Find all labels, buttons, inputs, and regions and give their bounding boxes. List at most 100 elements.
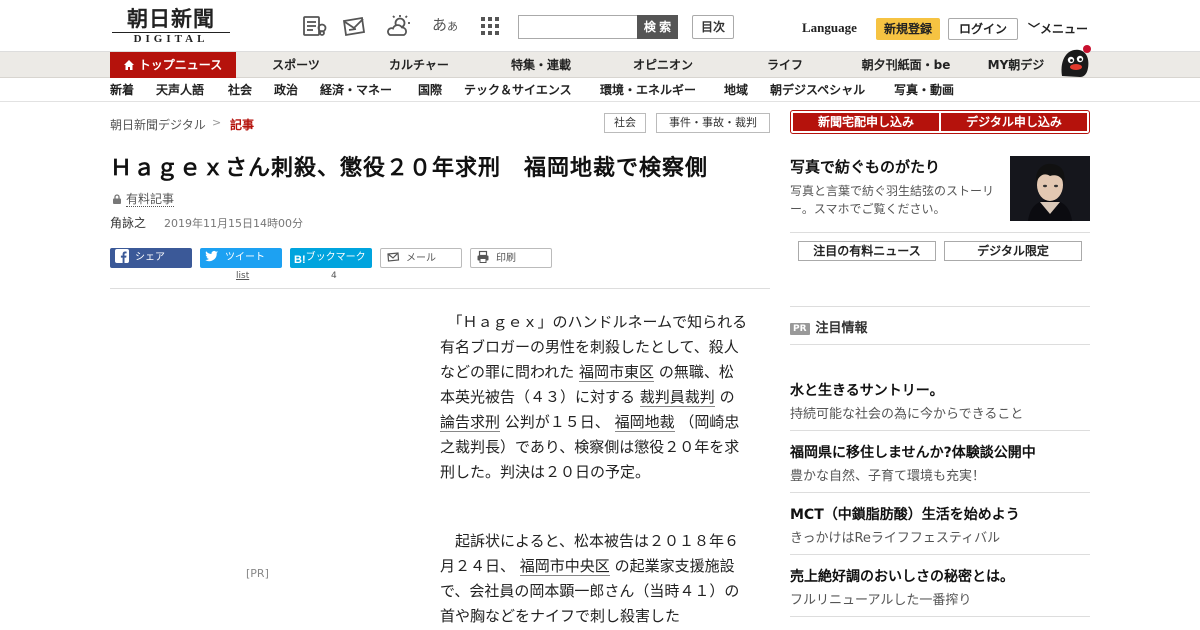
keyword-link-chuo-ku[interactable]: 福岡市中央区	[519, 557, 610, 576]
subnav-item-regional[interactable]: 地域	[724, 78, 748, 102]
print-button[interactable]: 印刷	[470, 248, 552, 268]
subscribe-digital-button[interactable]: デジタル申し込み	[941, 113, 1087, 131]
printer-icon	[477, 250, 489, 263]
site-header: 朝日新聞 DIGITAL ああ 検 索 目次 Language 新規登録 ログイ…	[0, 0, 1200, 52]
ad-description: 豊かな自然、子育て環境も充実！	[790, 469, 986, 484]
mail-magazine-icon[interactable]	[342, 14, 368, 38]
nav-item-opinion[interactable]: オピニオン	[612, 52, 714, 78]
ad-title[interactable]: 売上絶好調のおいしさの秘密とは。	[790, 566, 1014, 586]
feature-thumbnail[interactable]	[1010, 156, 1090, 221]
ad-title[interactable]: MCT（中鎖脂肪酸）生活を始めよう	[790, 504, 1020, 524]
subscribe-box: 新聞宅配申し込み デジタル申し込み	[790, 110, 1090, 134]
article-paragraph-2: 起訴状によると、松本被告は２０１８年６月２４日、 福岡市中央区 の起業家支援施設…	[440, 529, 748, 629]
divider	[790, 232, 1090, 233]
subnav-item-special[interactable]: 朝デジスペシャル	[770, 78, 865, 102]
print-label: 印刷	[496, 253, 516, 264]
paragraph-text: の	[714, 388, 735, 406]
subnav-item-environment[interactable]: 環境・エネルギー	[600, 78, 696, 102]
font-size-large-glyph: あ	[432, 16, 448, 34]
nav-item-culture[interactable]: カルチャー	[368, 52, 470, 78]
lock-icon	[113, 194, 121, 204]
main-nav: トップニュース スポーツ カルチャー 特集・連載 オピニオン ライフ 朝夕刊紙面…	[0, 52, 1200, 78]
subnav-item-tech-science[interactable]: テック＆サイエンス	[464, 78, 572, 102]
divider	[790, 430, 1090, 431]
toc-button[interactable]: 目次	[692, 15, 734, 39]
logo-text: 朝日新聞	[127, 6, 215, 31]
nav-label: トップニュース	[138, 58, 223, 72]
twitter-bird-icon	[205, 250, 218, 262]
skater-portrait-image	[1010, 156, 1090, 221]
chevron-down-icon: ﹀	[1028, 22, 1041, 36]
search-input[interactable]	[518, 15, 638, 39]
nav-item-top-news[interactable]: トップニュース	[110, 52, 236, 78]
hatena-bookmark-label: ブックマーク	[305, 252, 366, 263]
subnav-item-photo-video[interactable]: 写真・動画	[894, 78, 954, 102]
weather-icon[interactable]	[386, 14, 412, 38]
feature-title[interactable]: 写真で紡ぐものがたり	[790, 156, 940, 177]
mascot-icon[interactable]	[1056, 44, 1092, 78]
language-link[interactable]: Language	[802, 20, 857, 36]
breadcrumb-root[interactable]: 朝日新聞デジタル	[110, 116, 206, 133]
subnav-item-tenseijingo[interactable]: 天声人語	[156, 78, 204, 102]
twitter-share-label: ツイート	[225, 252, 265, 263]
hatena-bookmark-icon: B!	[294, 254, 306, 266]
twitter-share-button[interactable]: ツイート	[200, 248, 282, 268]
facebook-icon	[115, 249, 129, 263]
ad-pr-label: [PR]	[246, 567, 269, 580]
divider	[110, 288, 770, 289]
hatena-bookmark-button[interactable]: B!ブックマーク	[290, 248, 372, 268]
paid-article-label: 有料記事	[126, 192, 175, 207]
nav-item-sports[interactable]: スポーツ	[246, 52, 346, 78]
subnav-item-politics[interactable]: 政治	[274, 78, 298, 102]
apps-grid-icon[interactable]	[478, 14, 504, 38]
search-button[interactable]: 検 索	[637, 15, 678, 39]
logo-subtext: DIGITAL	[112, 32, 230, 45]
publish-date: 2019年11月15日14時00分	[164, 217, 303, 230]
article-title: Ｈａｇｅｘさん刺殺、懲役２０年求刑 福岡地裁で検察側	[110, 156, 709, 181]
login-button[interactable]: ログイン	[948, 18, 1018, 40]
digital-only-tab[interactable]: デジタル限定	[944, 241, 1082, 261]
divider	[790, 306, 1090, 307]
tag-incident-court[interactable]: 事件・事故・裁判	[656, 113, 770, 133]
facebook-share-button[interactable]: シェア	[110, 248, 192, 268]
keyword-link-lay-judge-trial[interactable]: 裁判員裁判	[639, 388, 715, 407]
ad-title[interactable]: 福岡県に移住しませんか?体験談公開中	[790, 442, 1036, 462]
subnav-item-economy[interactable]: 経済・マネー	[320, 78, 392, 102]
pr-badge: PR	[790, 323, 810, 335]
nav-item-newspaper[interactable]: 朝夕刊紙面・be	[850, 52, 962, 78]
author-name[interactable]: 角詠之	[110, 214, 146, 231]
divider	[790, 344, 1090, 345]
twitter-count[interactable]: list	[236, 271, 249, 281]
nav-item-features[interactable]: 特集・連載	[490, 52, 592, 78]
subnav-item-latest[interactable]: 新着	[110, 78, 134, 102]
paid-article-badge[interactable]: 有料記事	[112, 190, 175, 207]
signup-button[interactable]: 新規登録	[876, 18, 940, 40]
nav-item-my-asahi[interactable]: MY朝デジ	[980, 52, 1052, 78]
font-size-small-glyph: あ	[447, 20, 459, 33]
ad-description: きっかけはReライフフェスティバル	[790, 531, 1001, 546]
subnav-item-international[interactable]: 国際	[418, 78, 442, 102]
mail-share-button[interactable]: メール	[380, 248, 462, 268]
font-size-icon[interactable]: ああ	[432, 14, 458, 35]
tag-society[interactable]: 社会	[604, 113, 646, 133]
divider	[790, 492, 1090, 493]
menu-label: メニュー	[1040, 22, 1089, 36]
nav-item-life[interactable]: ライフ	[734, 52, 836, 78]
article-paragraph-1: 「Ｈａｇｅｘ」のハンドルネームで知られる有名ブロガーの男性を刺殺したとして、殺人…	[440, 310, 748, 485]
keyword-link-higashi-ku[interactable]: 福岡市東区	[579, 363, 655, 382]
keyword-link-fukuoka-court[interactable]: 福岡地裁	[614, 413, 675, 432]
home-icon	[123, 60, 134, 70]
newspaper-icon[interactable]	[302, 14, 328, 38]
pr-heading-label: 注目情報	[815, 321, 868, 336]
breadcrumb-separator: >	[212, 116, 222, 129]
menu-button[interactable]: ﹀メニュー	[1028, 20, 1088, 37]
site-logo[interactable]: 朝日新聞 DIGITAL	[112, 8, 230, 45]
keyword-link-closing-argument[interactable]: 論告求刑	[440, 413, 501, 432]
subnav-item-society[interactable]: 社会	[228, 78, 252, 102]
ad-description: 持続可能な社会の為に今からできること	[790, 407, 1024, 422]
subscribe-paper-button[interactable]: 新聞宅配申し込み	[793, 113, 939, 131]
paid-news-tab[interactable]: 注目の有料ニュース	[798, 241, 936, 261]
facebook-share-label: シェア	[135, 252, 165, 263]
hatena-count: 4	[331, 271, 337, 281]
ad-title[interactable]: 水と生きるサントリー。	[790, 380, 944, 400]
